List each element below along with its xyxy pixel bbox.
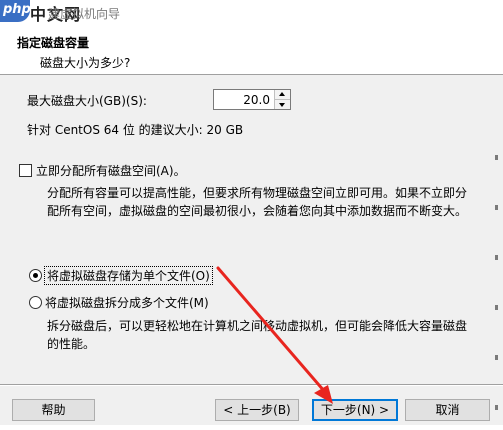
single-file-radio[interactable] bbox=[29, 269, 42, 282]
disk-size-value[interactable]: 20.0 bbox=[243, 93, 270, 107]
allocate-now-description: 分配所有容量可以提高性能，但要求所有物理磁盘空间立即可用。如果不立即分配所有空间… bbox=[47, 186, 468, 218]
multi-file-radio[interactable] bbox=[29, 296, 42, 309]
cancel-button[interactable]: 取消 bbox=[405, 399, 490, 421]
disk-size-label: 最大磁盘大小(GB)(S): bbox=[27, 94, 147, 108]
arrow-down-icon bbox=[279, 103, 285, 107]
multi-file-description: 拆分磁盘后，可以更轻松地在计算机之间移动虚拟机，但可能会降低大容量磁盘的性能。 bbox=[47, 319, 468, 351]
scroll-tick bbox=[495, 355, 498, 360]
side-scroll-strip bbox=[492, 150, 501, 430]
scroll-tick bbox=[495, 405, 498, 410]
help-button[interactable]: 帮助 bbox=[12, 399, 95, 421]
window-title: 建虚拟机向导 bbox=[48, 7, 121, 21]
arrow-up-icon bbox=[279, 92, 285, 96]
scroll-tick bbox=[495, 155, 498, 160]
title-bar: php 中文网 建虚拟机向导 bbox=[0, 0, 503, 25]
disk-size-stepper[interactable]: 20.0 bbox=[213, 89, 291, 110]
allocate-now-label[interactable]: 立即分配所有磁盘空间(A)。 bbox=[36, 162, 186, 179]
radio-selected-dot bbox=[33, 273, 38, 278]
multi-file-label[interactable]: 将虚拟磁盘拆分成多个文件(M) bbox=[45, 294, 209, 311]
php-logo-icon: php bbox=[0, 0, 31, 22]
recommended-size-text: 针对 CentOS 64 位 的建议大小: 20 GB bbox=[27, 123, 244, 137]
spin-up-button[interactable] bbox=[275, 90, 290, 100]
spin-down-button[interactable] bbox=[275, 100, 290, 109]
scroll-tick bbox=[495, 305, 498, 310]
page-subtitle: 磁盘大小为多少? bbox=[40, 56, 131, 70]
wizard-header: 指定磁盘容量 磁盘大小为多少? bbox=[0, 24, 503, 75]
next-button[interactable]: 下一步(N) > bbox=[312, 399, 398, 421]
scroll-tick bbox=[495, 205, 498, 210]
back-button[interactable]: < 上一步(B) bbox=[215, 399, 299, 421]
page-title: 指定磁盘容量 bbox=[17, 36, 90, 50]
bottom-strip bbox=[0, 425, 503, 430]
single-file-label[interactable]: 将虚拟磁盘存储为单个文件(O) bbox=[44, 266, 213, 285]
allocate-now-checkbox[interactable] bbox=[19, 164, 32, 177]
spin-buttons bbox=[274, 90, 290, 109]
footer-divider bbox=[0, 384, 503, 386]
wizard-content: 最大磁盘大小(GB)(S): 20.0 针对 CentOS 64 位 的建议大小… bbox=[0, 75, 503, 385]
scroll-tick bbox=[495, 255, 498, 260]
